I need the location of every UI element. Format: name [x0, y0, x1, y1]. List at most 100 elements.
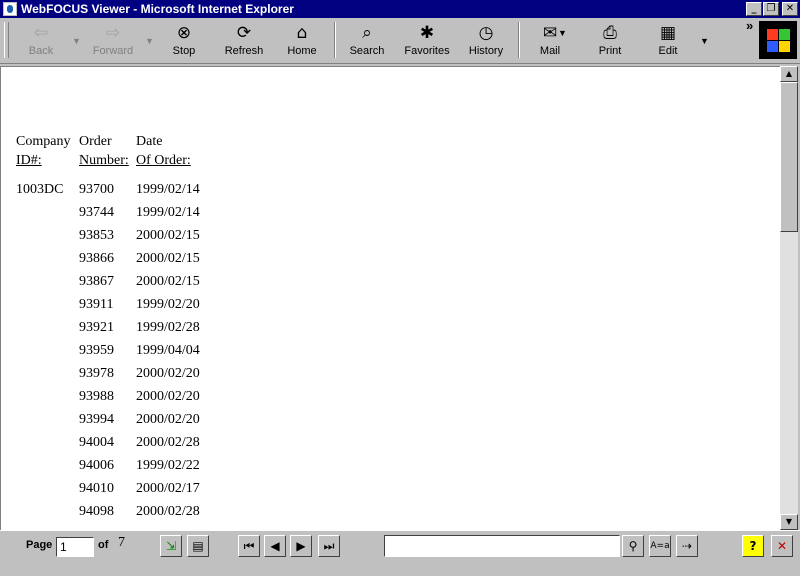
- order-date: 1999/04/04: [136, 343, 200, 358]
- order-date: 2000/02/20: [136, 412, 200, 427]
- history-button[interactable]: ◷ History: [462, 20, 510, 62]
- mail-label: Mail: [539, 45, 561, 57]
- help-button[interactable]: ?: [742, 535, 764, 557]
- scroll-down-button[interactable]: ▼: [780, 514, 798, 530]
- match-case-button[interactable]: A=a: [649, 535, 671, 557]
- order-date: 2000/02/28: [136, 504, 200, 519]
- close-window-button[interactable]: ✕: [782, 2, 798, 16]
- report-content: Company ID#: Order Number: Date Of Order…: [0, 66, 780, 530]
- ie-app-icon[interactable]: [3, 2, 17, 16]
- toolbar-chevron[interactable]: »: [746, 18, 753, 33]
- previous-page-button[interactable]: ◀: [264, 535, 286, 557]
- order-number: 93911: [79, 297, 114, 312]
- home-button[interactable]: ⌂ Home: [278, 20, 326, 62]
- edit-label: Edit: [658, 45, 678, 57]
- find-next-button[interactable]: ⇢: [676, 535, 698, 557]
- find-next-arrow-icon: ⇢: [681, 539, 693, 553]
- order-number: 93867: [79, 274, 114, 289]
- pages-icon: ▤: [192, 539, 204, 553]
- last-page-button[interactable]: ⏭: [318, 535, 340, 557]
- order-number: 93866: [79, 251, 114, 266]
- logo-yellow: [779, 41, 790, 52]
- vertical-scrollbar[interactable]: ▲ ▼: [780, 66, 798, 530]
- company-id: 1003DC: [16, 182, 64, 197]
- edit-document-icon: ▦: [659, 23, 677, 43]
- order-date: 2000/02/17: [136, 481, 200, 496]
- toolbar-grip[interactable]: [4, 22, 9, 58]
- next-page-button[interactable]: ▶: [290, 535, 312, 557]
- scroll-thumb[interactable]: [780, 82, 798, 232]
- find-button[interactable]: ⚲: [622, 535, 644, 557]
- order-number: 93700: [79, 182, 114, 197]
- header-date-line1: Date: [136, 134, 163, 149]
- binoculars-icon: ⚲: [628, 539, 638, 553]
- forward-dropdown-icon[interactable]: ▼: [145, 36, 154, 46]
- order-number: 93959: [79, 343, 114, 358]
- home-label: Home: [287, 45, 317, 57]
- order-date: 2000/02/20: [136, 366, 200, 381]
- edit-dropdown-icon[interactable]: ▼: [700, 36, 709, 46]
- order-date: 1999/02/20: [136, 297, 200, 312]
- print-label: Print: [598, 45, 622, 57]
- forward-button[interactable]: ⇨ Forward: [84, 20, 142, 62]
- minimize-button[interactable]: _: [746, 2, 762, 16]
- windows-throbber-logo: [759, 21, 797, 59]
- help-icon: ?: [749, 539, 757, 553]
- order-date: 2000/02/20: [136, 389, 200, 404]
- back-button[interactable]: ⇦ Back: [14, 20, 68, 62]
- scroll-up-button[interactable]: ▲: [780, 66, 798, 82]
- page-number-input[interactable]: 1: [56, 537, 94, 557]
- browser-toolbar: ⇦ Back ▼ ⇨ Forward ▼ ⊗ Stop ⟳ Refresh ⌂ …: [0, 18, 800, 64]
- printer-icon: ⎙: [603, 23, 617, 43]
- viewer-navigation-bar: Page 1 of 7 ⇲ ▤ ⏮ ◀ ▶ ⏭ ⚲ A=a ⇢ ? ✕: [0, 530, 800, 576]
- header-order-line1: Order: [79, 134, 112, 149]
- of-label: of: [98, 539, 109, 551]
- home-icon: ⌂: [296, 23, 308, 43]
- first-page-icon: ⏮: [243, 539, 255, 553]
- search-label: Search: [349, 45, 385, 57]
- refresh-button[interactable]: ⟳ Refresh: [216, 20, 272, 62]
- window-title: WebFOCUS Viewer - Microsoft Internet Exp…: [21, 2, 294, 16]
- order-date: 1999/02/22: [136, 458, 200, 473]
- order-number: 94006: [79, 458, 114, 473]
- stop-button[interactable]: ⊗ Stop: [158, 20, 210, 62]
- logo-blue: [767, 41, 778, 52]
- order-number: 93744: [79, 205, 114, 220]
- favorites-label: Favorites: [404, 45, 450, 57]
- refresh-icon: ⟳: [236, 23, 252, 43]
- order-date: 2000/02/15: [136, 251, 200, 266]
- back-dropdown-icon[interactable]: ▼: [72, 36, 81, 46]
- print-button[interactable]: ⎙ Print: [586, 20, 634, 62]
- stop-label: Stop: [172, 45, 196, 57]
- find-text-input[interactable]: [384, 535, 620, 557]
- edit-button[interactable]: ▦ Edit: [644, 20, 692, 62]
- first-page-button[interactable]: ⏮: [238, 535, 260, 557]
- back-label: Back: [28, 45, 54, 57]
- favorites-button[interactable]: ✱ Favorites: [398, 20, 456, 62]
- header-date-line2: Of Order:: [136, 153, 191, 168]
- total-pages: 7: [118, 535, 125, 550]
- mail-dropdown-icon[interactable]: ▼: [558, 28, 567, 38]
- print-page-button[interactable]: ▤: [187, 535, 209, 557]
- export-page-button[interactable]: ⇲: [160, 535, 182, 557]
- refresh-label: Refresh: [224, 45, 264, 57]
- toolbar-separator: [334, 22, 336, 58]
- forward-label: Forward: [92, 45, 134, 57]
- back-arrow-icon: ⇦: [33, 23, 49, 43]
- order-date: 2000/02/15: [136, 274, 200, 289]
- search-button[interactable]: ⌕ Search: [342, 20, 392, 62]
- mail-button[interactable]: ✉ Mail: [526, 20, 574, 62]
- logo-green: [779, 29, 790, 40]
- title-bar: WebFOCUS Viewer - Microsoft Internet Exp…: [0, 0, 800, 18]
- history-icon: ◷: [478, 23, 494, 43]
- last-page-icon: ⏭: [323, 539, 335, 553]
- stop-icon: ⊗: [176, 23, 192, 43]
- restore-button[interactable]: ❐: [763, 2, 779, 16]
- search-icon: ⌕: [362, 23, 372, 43]
- header-company-line2: ID#:: [16, 153, 42, 168]
- order-number: 94004: [79, 435, 114, 450]
- close-viewer-button[interactable]: ✕: [771, 535, 793, 557]
- close-icon: ✕: [776, 539, 788, 553]
- header-order-line2: Number:: [79, 153, 129, 168]
- logo-red: [767, 29, 778, 40]
